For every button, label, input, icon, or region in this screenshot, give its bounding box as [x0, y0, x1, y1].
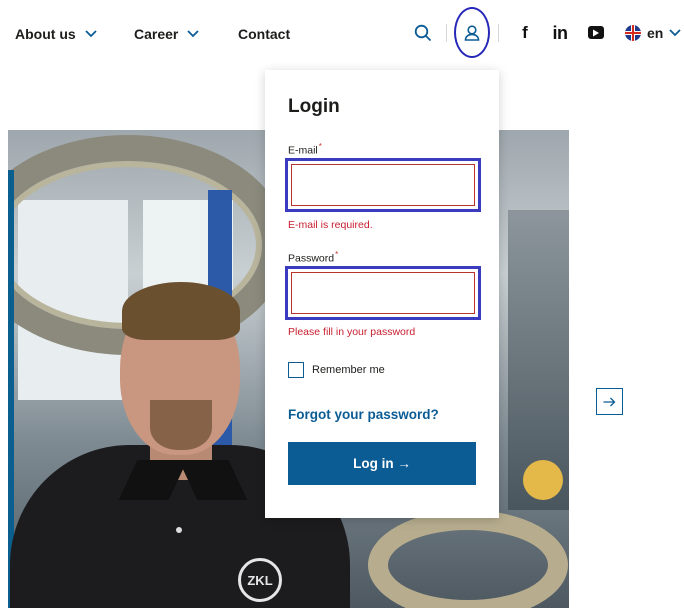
divider: [498, 24, 499, 42]
divider: [446, 24, 447, 42]
linkedin-icon: in: [552, 22, 569, 43]
nav-contact-label: Contact: [238, 26, 291, 42]
password-field-highlight: [285, 266, 481, 320]
email-field-highlight: [285, 158, 481, 212]
language-label: en: [647, 25, 664, 41]
worker-beard: [150, 400, 212, 450]
facebook-icon: f: [522, 23, 528, 42]
facebook-link[interactable]: f: [517, 22, 533, 44]
nav-about-us[interactable]: About us: [15, 24, 97, 44]
chevron-down-icon: [187, 30, 200, 38]
search-icon: [414, 24, 432, 42]
remember-me-toggle[interactable]: Remember me: [288, 362, 385, 378]
chevron-down-icon: [669, 29, 681, 37]
login-dropdown: Login E-mail* E-mail is required. Passwo…: [265, 70, 499, 518]
email-label: E-mail*: [288, 142, 322, 157]
password-field[interactable]: [291, 272, 475, 314]
nav-career-label: Career: [134, 26, 179, 42]
login-title: Login: [288, 96, 340, 117]
password-label: Password*: [288, 250, 338, 265]
password-error: Please fill in your password: [288, 326, 416, 338]
worker-hair: [122, 282, 240, 340]
remember-me-label: Remember me: [312, 364, 385, 376]
zkl-logo: ZKL: [238, 558, 282, 602]
email-label-text: E-mail: [288, 144, 318, 157]
login-button[interactable]: Log in →: [288, 442, 476, 485]
nav-about-us-label: About us: [15, 26, 76, 42]
chevron-down-icon: [85, 30, 97, 38]
bearing-ring: [368, 510, 568, 608]
top-navigation: About us Career Contact f in en: [0, 0, 684, 66]
machine-part: [523, 460, 563, 500]
language-selector[interactable]: en: [625, 22, 681, 44]
search-button[interactable]: [412, 22, 434, 44]
remember-me-checkbox[interactable]: [288, 362, 304, 378]
arrow-right-icon: [603, 397, 616, 406]
required-mark: *: [318, 142, 322, 151]
youtube-icon: [593, 29, 599, 36]
youtube-link[interactable]: [588, 26, 604, 39]
required-mark: *: [335, 250, 339, 259]
email-field[interactable]: [291, 164, 475, 206]
email-error: E-mail is required.: [288, 219, 373, 231]
carousel-next-button[interactable]: [596, 388, 623, 415]
uk-flag-icon: [625, 25, 641, 41]
nav-contact[interactable]: Contact: [238, 24, 290, 44]
nav-career[interactable]: Career: [134, 24, 200, 44]
user-account-button[interactable]: [454, 7, 490, 58]
forgot-password-link[interactable]: Forgot your password?: [288, 407, 439, 422]
shirt-button: [176, 527, 182, 533]
linkedin-link[interactable]: in: [549, 22, 571, 44]
user-icon: [464, 24, 480, 41]
password-label-text: Password: [288, 252, 335, 265]
